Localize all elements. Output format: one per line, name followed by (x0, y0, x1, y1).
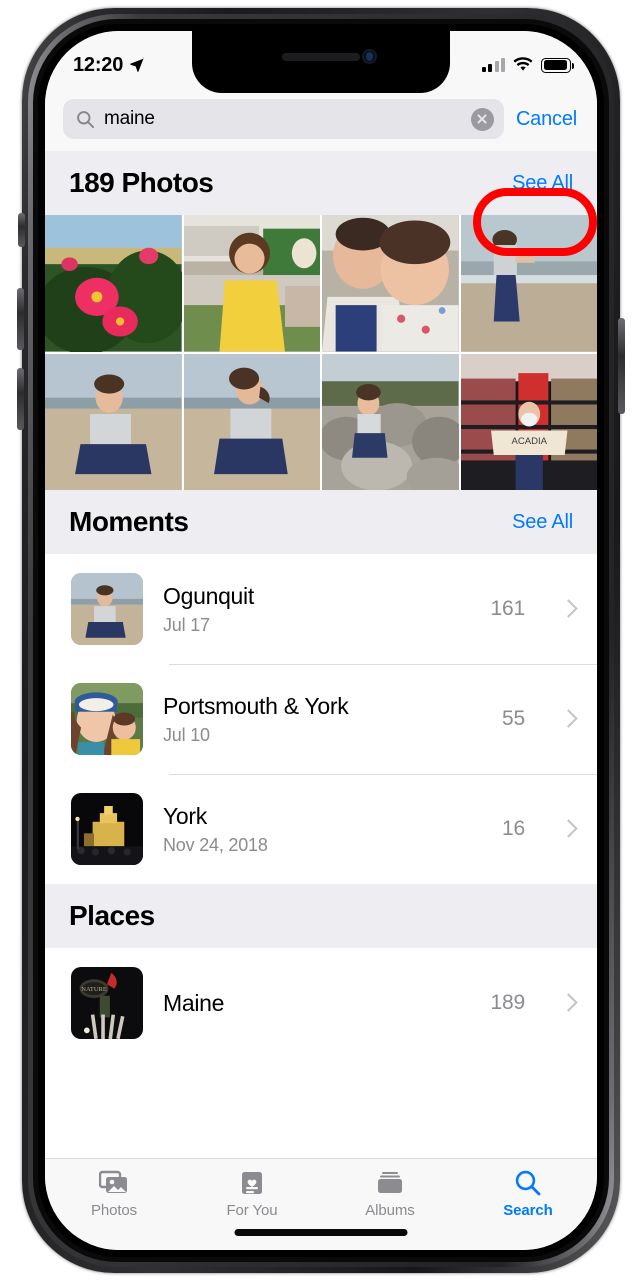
for-you-icon (236, 1168, 269, 1198)
cellular-signal-icon (481, 58, 505, 72)
tab-albums-label: Albums (365, 1202, 415, 1219)
list-item-count: 189 (490, 991, 526, 1014)
photo-thumbnail[interactable] (183, 353, 320, 490)
chevron-right-icon (562, 710, 573, 729)
list-item-subtitle: Jul 17 (163, 614, 210, 635)
tab-for-you[interactable]: For You (183, 1168, 321, 1219)
photos-section-header: 189 Photos See All (45, 151, 597, 215)
search-icon (512, 1168, 545, 1198)
volume-up-button[interactable] (17, 288, 24, 350)
list-item[interactable]: Portsmouth & York Jul 10 55 (45, 664, 597, 774)
photo-thumbnail[interactable] (460, 215, 597, 352)
phone-screen: 12:20 maine Cancel 189 Photos See All AC… (45, 31, 597, 1250)
photo-thumbnail[interactable] (45, 353, 182, 490)
mute-switch[interactable] (18, 213, 25, 247)
search-results: 189 Photos See All ACADIA Moments See Al… (45, 151, 597, 1158)
battery-full-icon (541, 57, 574, 73)
volume-down-button[interactable] (17, 368, 24, 430)
thumbnail: NATURE (71, 967, 143, 1039)
tab-photos-label: Photos (90, 1202, 138, 1219)
list-item-subtitle: Nov 24, 2018 (163, 834, 268, 855)
tab-search[interactable]: Search (459, 1168, 597, 1219)
photo-thumbnail[interactable] (322, 353, 459, 490)
places-section-header: Places (45, 884, 597, 948)
search-input-value: maine (104, 108, 155, 129)
photos-icon (98, 1168, 131, 1198)
status-bar-time: 12:20 (73, 53, 124, 76)
moments-section-title: Moments (69, 506, 189, 537)
tab-for-you-label: For You (226, 1202, 278, 1219)
list-item[interactable]: Ogunquit Jul 17 161 (45, 554, 597, 664)
list-item-count: 161 (490, 597, 526, 620)
earpiece-speaker (282, 53, 360, 61)
moments-section-header: Moments See All (45, 490, 597, 554)
photo-grid: ACADIA (45, 215, 597, 490)
list-item-title: Portsmouth & York (163, 693, 349, 720)
location-arrow-icon (130, 57, 144, 72)
tab-search-label: Search (503, 1202, 553, 1219)
thumbnail (71, 793, 143, 865)
places-list: NATURE Maine 189 (45, 948, 597, 1058)
search-icon (77, 110, 95, 128)
svg-text:ACADIA: ACADIA (511, 436, 547, 447)
chevron-right-icon (562, 820, 573, 839)
thumbnail (71, 573, 143, 645)
clear-icon[interactable] (470, 107, 494, 131)
places-section-title: Places (69, 900, 155, 931)
chevron-right-icon (562, 994, 573, 1013)
list-item-count: 16 (502, 817, 525, 840)
photos-section-title: 189 Photos (69, 167, 214, 198)
photo-thumbnail[interactable] (322, 215, 459, 352)
list-item-title: York (163, 803, 207, 830)
photo-thumbnail[interactable] (45, 215, 182, 352)
tab-albums[interactable]: Albums (321, 1168, 459, 1219)
list-item-count: 55 (502, 707, 525, 730)
list-item-title: Maine (163, 989, 225, 1016)
home-indicator[interactable] (234, 1229, 408, 1236)
notch (192, 31, 450, 93)
photo-thumbnail[interactable]: ACADIA (460, 353, 597, 490)
svg-text:NATURE: NATURE (81, 986, 107, 993)
photos-see-all-button[interactable]: See All (512, 172, 573, 195)
search-input[interactable]: maine (63, 99, 504, 139)
list-item[interactable]: NATURE Maine 189 (45, 948, 597, 1058)
chevron-right-icon (562, 600, 573, 619)
moments-see-all-button[interactable]: See All (512, 511, 573, 534)
albums-icon (374, 1168, 407, 1198)
wifi-icon (513, 57, 533, 71)
search-bar: maine Cancel (45, 93, 597, 151)
tab-photos[interactable]: Photos (45, 1168, 183, 1219)
front-camera (362, 49, 377, 64)
thumbnail (71, 683, 143, 755)
cancel-button[interactable]: Cancel (516, 108, 579, 131)
photo-thumbnail[interactable] (183, 215, 320, 352)
power-button[interactable] (618, 318, 625, 414)
moments-list: Ogunquit Jul 17 161 Portsmouth & York Ju… (45, 554, 597, 884)
screenshot-root: 12:20 maine Cancel 189 Photos See All AC… (0, 0, 642, 1280)
tab-bar: Photos For You Albums Search (45, 1158, 597, 1250)
list-item-subtitle: Jul 10 (163, 724, 210, 745)
list-item-title: Ogunquit (163, 583, 254, 610)
list-item[interactable]: York Nov 24, 2018 16 (45, 774, 597, 884)
